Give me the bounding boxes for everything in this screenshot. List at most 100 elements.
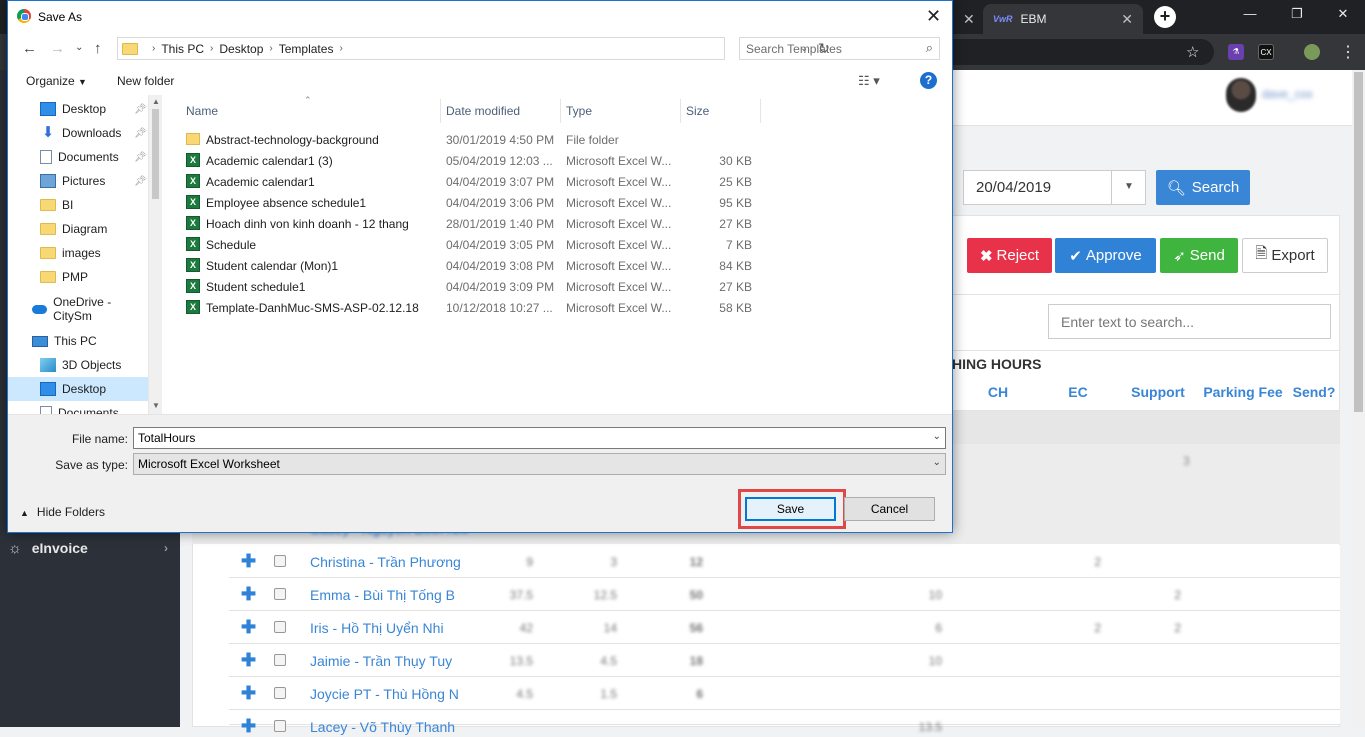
extension-flask-icon[interactable]: ⚗ bbox=[1228, 44, 1244, 60]
table-row[interactable]: ✚ Lacey - Võ Thùy Thanh 13.5 bbox=[229, 710, 1340, 736]
export-button[interactable]: 🗎 Export bbox=[1242, 238, 1328, 273]
breadcrumb-this-pc[interactable]: This PC bbox=[161, 42, 204, 56]
expand-plus-icon[interactable]: ✚ bbox=[241, 617, 256, 638]
chevron-right-icon[interactable]: › bbox=[210, 43, 213, 54]
reject-button[interactable]: ✖ Reject bbox=[967, 238, 1052, 273]
file-row[interactable]: Student schedule1 04/04/2019 3:09 PM Micro… bbox=[182, 276, 762, 297]
pin-icon[interactable]: 📌︎ bbox=[134, 128, 147, 139]
close-icon[interactable]: ✕ bbox=[926, 6, 941, 27]
pin-icon[interactable]: 📌︎ bbox=[134, 104, 147, 115]
close-icon[interactable]: ✕ bbox=[963, 11, 975, 28]
nav-item[interactable]: Desktop 📌︎ bbox=[8, 97, 148, 121]
view-options-icon[interactable]: ☷ ▾ bbox=[858, 73, 880, 89]
nav-scrollbar[interactable]: ▲ ▼ bbox=[148, 95, 162, 414]
table-row[interactable]: ✚ Iris - Hồ Thị Uyển Nhi 42 14 56 6 2 2 bbox=[229, 611, 1340, 644]
window-close-icon[interactable]: ✕ bbox=[1333, 6, 1353, 22]
breadcrumb[interactable]: › This PC › Desktop › Templates › ⌄ ↻ bbox=[117, 37, 830, 60]
bookmark-star-icon[interactable]: ☆ bbox=[1186, 43, 1199, 61]
file-row[interactable]: Employee absence schedule1 04/04/2019 3:0… bbox=[182, 192, 762, 213]
row-checkbox[interactable] bbox=[274, 654, 286, 666]
send-button[interactable]: ➶ Send bbox=[1160, 238, 1238, 273]
breadcrumb-templates[interactable]: Templates bbox=[279, 42, 334, 56]
nav-item[interactable]: 3D Objects bbox=[8, 353, 148, 377]
expand-plus-icon[interactable]: ✚ bbox=[241, 683, 256, 704]
table-row[interactable]: ✚ Emma - Bùi Thị Tống B 37.5 12.5 50 10 2 bbox=[229, 578, 1340, 611]
column-header-send[interactable]: Send? bbox=[1288, 384, 1340, 400]
expand-plus-icon[interactable]: ✚ bbox=[241, 650, 256, 671]
nav-item[interactable]: images bbox=[8, 241, 148, 265]
nav-item[interactable]: Documents bbox=[8, 401, 148, 414]
row-checkbox[interactable] bbox=[274, 621, 286, 633]
browser-menu-icon[interactable]: ⋮ bbox=[1340, 42, 1356, 62]
table-row[interactable]: ✚ Joycie PT - Thù Hồng N 4.5 1.5 6 bbox=[229, 677, 1340, 710]
file-row[interactable]: Template-DanhMuc-SMS-ASP-02.12.18 10/12/2… bbox=[182, 297, 762, 318]
nav-item[interactable]: Diagram bbox=[8, 217, 148, 241]
expand-plus-icon[interactable]: ✚ bbox=[241, 584, 256, 605]
row-name[interactable]: Emma - Bùi Thị Tống B bbox=[310, 587, 463, 603]
column-header-support[interactable]: Support bbox=[1118, 384, 1198, 400]
pin-icon[interactable]: 📌︎ bbox=[134, 176, 147, 187]
save-button[interactable]: Save bbox=[745, 497, 836, 521]
new-tab-button[interactable]: + bbox=[1154, 6, 1176, 28]
file-row[interactable]: Academic calendar1 (3) 05/04/2019 12:03 .… bbox=[182, 150, 762, 171]
chevron-up-icon[interactable]: ▲ bbox=[152, 97, 160, 106]
scrollbar-thumb[interactable] bbox=[1354, 72, 1363, 412]
chevron-down-icon[interactable]: ⌄ bbox=[933, 431, 941, 442]
chevron-down-icon[interactable]: ▼ bbox=[152, 401, 160, 410]
row-checkbox[interactable] bbox=[274, 555, 286, 567]
row-name[interactable]: Jaimie - Trần Thụy Tuy bbox=[310, 653, 463, 669]
extension-cx-icon[interactable]: CX bbox=[1258, 44, 1274, 60]
table-search-input[interactable]: Enter text to search... bbox=[1048, 304, 1331, 339]
row-checkbox[interactable] bbox=[274, 588, 286, 600]
nav-item[interactable]: This PC bbox=[8, 329, 148, 353]
page-scrollbar[interactable] bbox=[1352, 70, 1365, 727]
row-checkbox[interactable] bbox=[274, 687, 286, 699]
table-row[interactable]: ✚ Jaimie - Trần Thụy Tuy 13.5 4.5 18 10 bbox=[229, 644, 1340, 677]
table-row[interactable]: ✚ Christina - Trần Phương 9 3 12 2 bbox=[229, 545, 1340, 578]
chevron-down-icon[interactable]: ▼ bbox=[1111, 170, 1146, 205]
column-header-type[interactable]: Type bbox=[566, 104, 592, 118]
pin-icon[interactable]: 📌︎ bbox=[134, 152, 147, 163]
nav-item[interactable]: PMP bbox=[8, 265, 148, 289]
nav-item[interactable]: Desktop bbox=[8, 377, 148, 401]
file-row[interactable]: Schedule 04/04/2019 3:05 PM Microsoft Exce… bbox=[182, 234, 762, 255]
breadcrumb-desktop[interactable]: Desktop bbox=[219, 42, 263, 56]
sidebar-item-einvoice[interactable]: ☼ eInvoice › bbox=[0, 536, 180, 560]
avatar[interactable] bbox=[1226, 78, 1256, 112]
address-bar[interactable] bbox=[950, 39, 1214, 65]
chevron-right-icon[interactable]: › bbox=[339, 43, 342, 54]
column-header-ch[interactable]: CH bbox=[958, 384, 1038, 400]
nav-item[interactable]: Documents 📌︎ bbox=[8, 145, 148, 169]
column-header-name[interactable]: Name bbox=[186, 104, 218, 118]
row-name[interactable]: Christina - Trần Phương bbox=[310, 554, 463, 570]
column-header-date[interactable]: Date modified bbox=[446, 104, 520, 118]
chevron-right-icon[interactable]: › bbox=[269, 43, 272, 54]
column-header-parking-fee[interactable]: Parking Fee bbox=[1198, 384, 1288, 400]
search-button[interactable]: 🔍︎ Search bbox=[1156, 170, 1250, 205]
chevron-right-icon[interactable]: › bbox=[152, 43, 155, 54]
close-icon[interactable]: ✕ bbox=[1121, 11, 1133, 28]
minimize-icon[interactable]: — bbox=[1240, 6, 1260, 21]
file-row[interactable]: Student calendar (Mon)1 04/04/2019 3:08 P… bbox=[182, 255, 762, 276]
chevron-down-icon[interactable]: ⌄ bbox=[75, 42, 83, 53]
up-arrow-icon[interactable]: ↑ bbox=[94, 40, 102, 57]
search-input[interactable]: Search Templates ⌕ bbox=[739, 37, 940, 60]
help-icon[interactable]: ? bbox=[920, 72, 937, 89]
file-row[interactable]: Hoach dinh von kinh doanh - 12 thang 28/0… bbox=[182, 213, 762, 234]
approve-button[interactable]: ✔ Approve bbox=[1055, 238, 1156, 273]
hide-folders-toggle[interactable]: ▲ Hide Folders bbox=[20, 505, 105, 519]
expand-plus-icon[interactable]: ✚ bbox=[241, 551, 256, 572]
row-name[interactable]: Joycie PT - Thù Hồng N bbox=[310, 686, 463, 702]
file-row[interactable]: Academic calendar1 04/04/2019 3:07 PM Micr… bbox=[182, 171, 762, 192]
file-name-field[interactable]: TotalHours ⌄ bbox=[133, 427, 946, 449]
nav-item[interactable]: Pictures 📌︎ bbox=[8, 169, 148, 193]
file-row[interactable]: Abstract-technology-background 30/01/2019… bbox=[182, 129, 762, 150]
restore-icon[interactable]: ❐ bbox=[1287, 6, 1307, 22]
back-arrow-icon[interactable]: ← bbox=[22, 40, 37, 57]
row-name[interactable]: Iris - Hồ Thị Uyển Nhi bbox=[310, 620, 463, 636]
chevron-down-icon[interactable]: ⌄ bbox=[933, 457, 941, 468]
row-checkbox[interactable] bbox=[274, 720, 286, 732]
tab-ebm[interactable]: VwR EBM ✕ bbox=[983, 4, 1143, 34]
nav-item[interactable]: OneDrive - CitySm bbox=[8, 295, 148, 323]
new-folder-button[interactable]: New folder bbox=[117, 74, 174, 88]
